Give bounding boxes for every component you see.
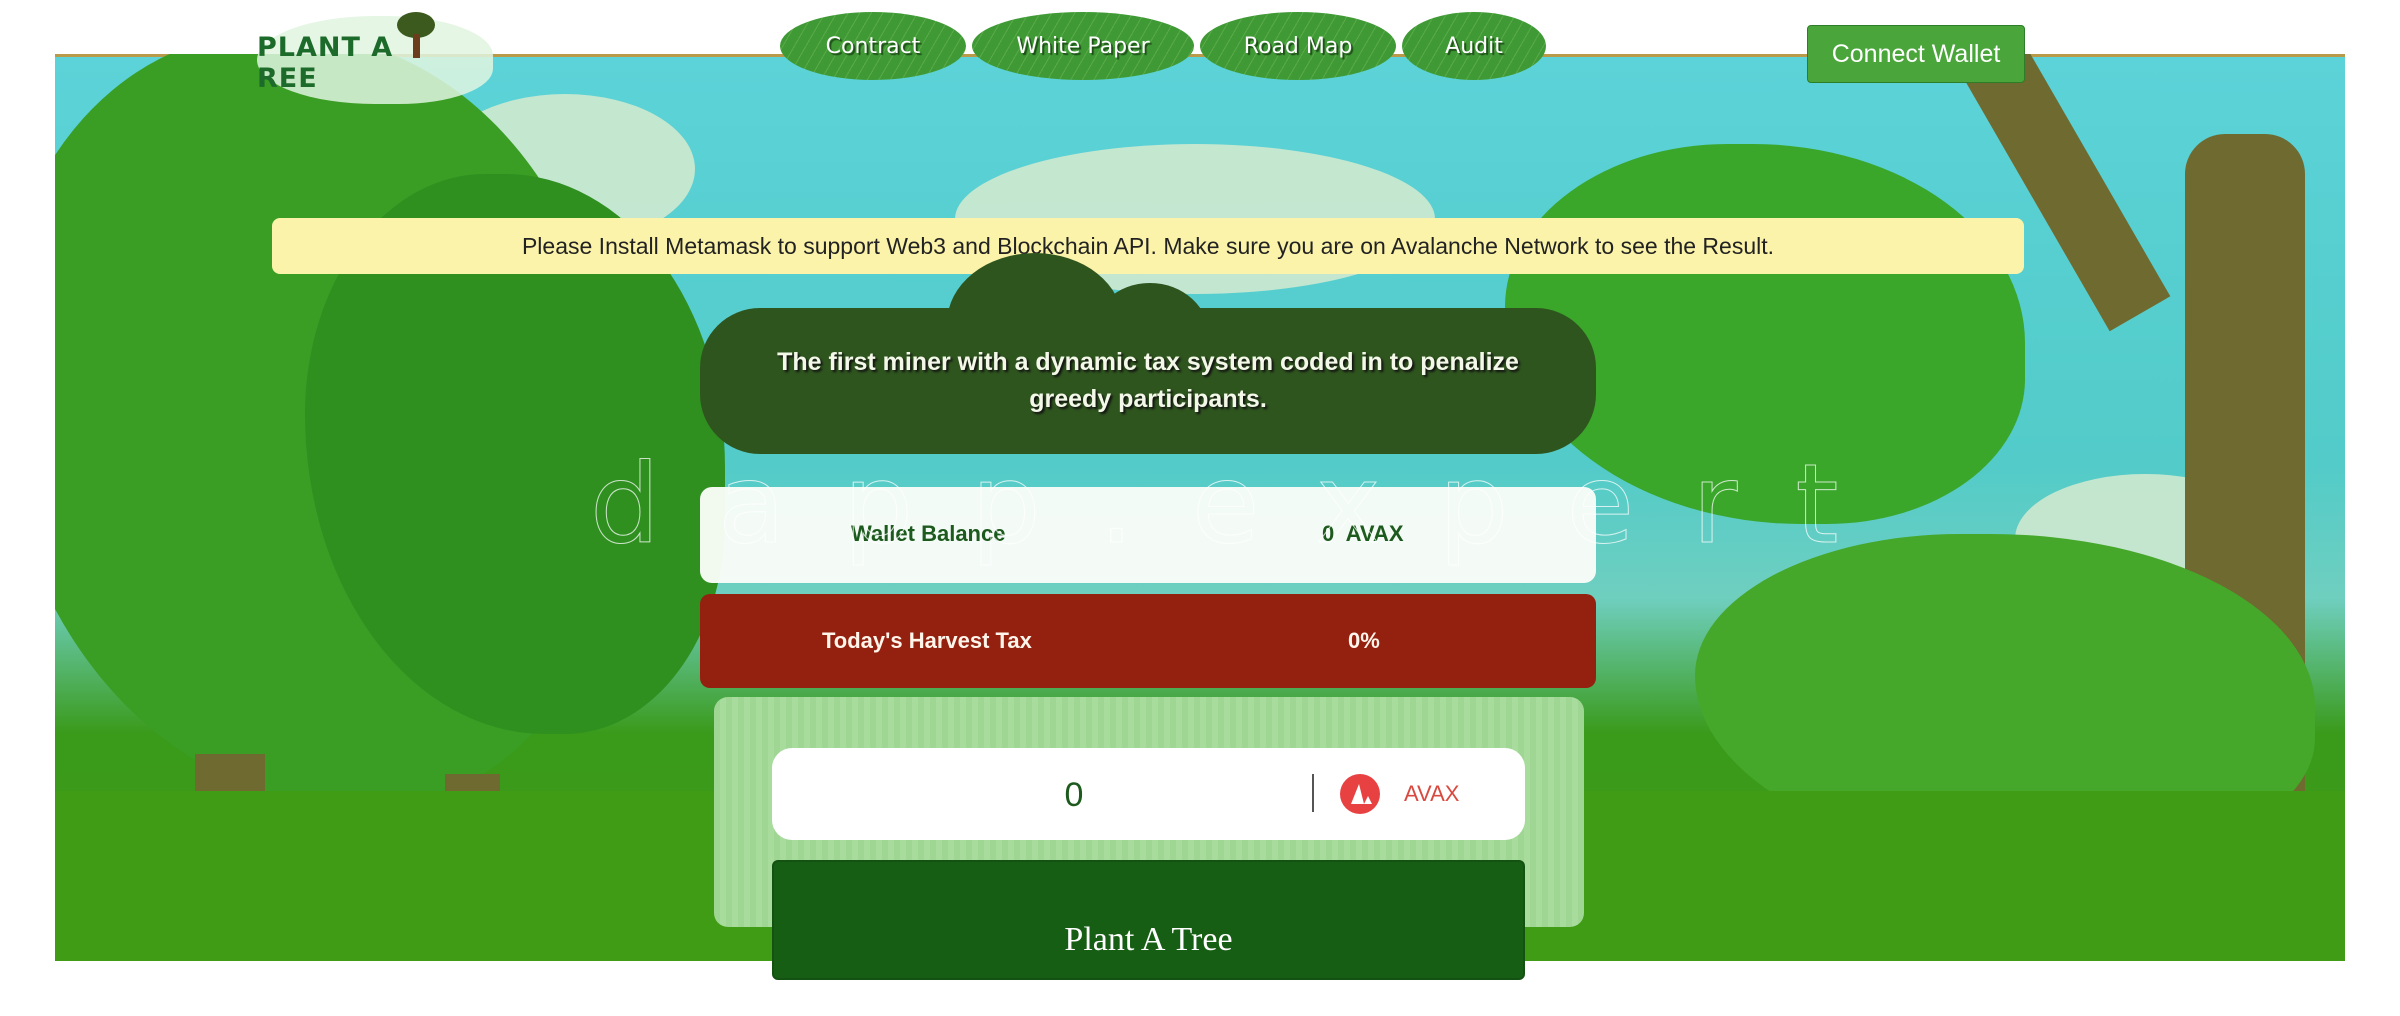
avax-logo-icon xyxy=(1340,774,1380,814)
harvest-tax-label: Today's Harvest Tax xyxy=(822,628,1032,653)
nav-contract[interactable]: Contract xyxy=(780,12,966,80)
nav-white-paper[interactable]: White Paper xyxy=(972,12,1194,80)
harvest-tax-value: 0% xyxy=(1348,628,1380,653)
hero-tagline: The first miner with a dynamic tax syste… xyxy=(777,348,1519,413)
logo[interactable]: PLANT A REE xyxy=(257,12,493,104)
amount-field-wrapper: AVAX xyxy=(772,748,1525,840)
wallet-balance-amount: 0 xyxy=(1322,521,1335,546)
nav-audit[interactable]: Audit xyxy=(1402,12,1546,80)
notice-text: Please Install Metamask to support Web3 … xyxy=(521,232,1775,259)
hero-banner: The first miner with a dynamic tax syste… xyxy=(700,308,1596,454)
wallet-balance-label: Wallet Balance xyxy=(851,521,1006,546)
harvest-tax-card: Today's Harvest Tax 0% xyxy=(700,594,1596,688)
metamask-notice-banner: Please Install Metamask to support Web3 … xyxy=(272,218,2024,274)
amount-divider xyxy=(1312,774,1314,812)
connect-wallet-button[interactable]: Connect Wallet xyxy=(1807,25,2025,83)
wallet-balance-card: Wallet Balance 0 AVAX xyxy=(700,487,1596,583)
plant-a-tree-button[interactable]: Plant A Tree xyxy=(772,860,1525,980)
logo-text: PLANT A REE xyxy=(257,12,493,94)
logo-text-left: PLANT A xyxy=(257,32,394,63)
wallet-balance-unit: AVAX xyxy=(1345,521,1404,546)
nav-road-map[interactable]: Road Map xyxy=(1200,12,1396,80)
currency-label: AVAX xyxy=(1404,781,1460,806)
amount-input[interactable] xyxy=(812,762,1336,828)
tree-icon xyxy=(396,12,435,60)
main-nav: Contract White Paper Road Map Audit xyxy=(780,12,1546,80)
wallet-balance-value: 0 AVAX xyxy=(1322,521,1404,547)
logo-text-right: REE xyxy=(257,63,318,94)
